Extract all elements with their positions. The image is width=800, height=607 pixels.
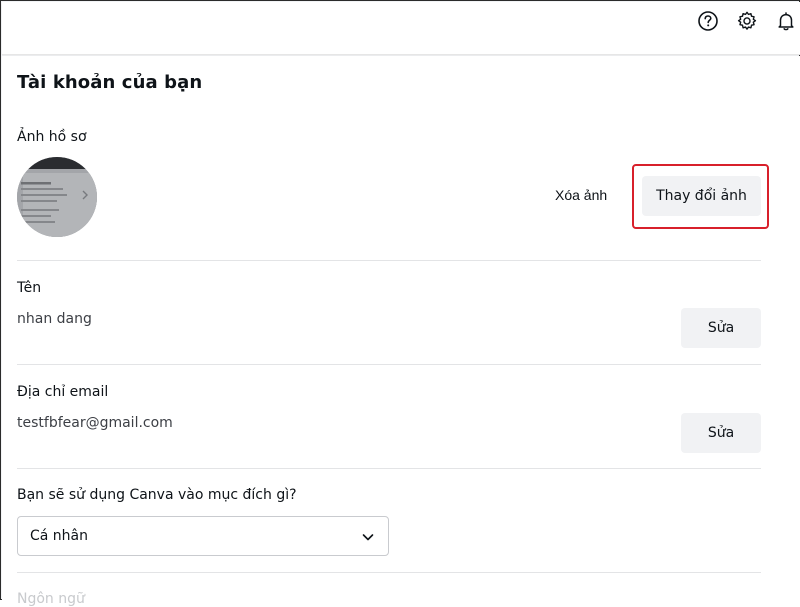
purpose-label: Bạn sẽ sử dụng Canva vào mục đích gì? <box>17 487 297 503</box>
purpose-select[interactable]: Cá nhân <box>17 516 389 556</box>
gear-icon[interactable] <box>734 8 760 34</box>
name-value: nhan dang <box>17 311 92 327</box>
edit-name-button[interactable]: Sửa <box>681 308 761 348</box>
divider <box>17 572 761 573</box>
bell-icon[interactable] <box>773 8 799 34</box>
app-frame: Tài khoản của bạn Ảnh hồ sơ Xóa ảnh Thay… <box>0 0 800 607</box>
help-icon[interactable] <box>695 8 721 34</box>
email-label: Địa chỉ email <box>17 384 109 400</box>
page-title: Tài khoản của bạn <box>17 72 203 93</box>
edit-email-button[interactable]: Sửa <box>681 413 761 453</box>
divider <box>17 260 761 261</box>
purpose-select-value: Cá nhân <box>30 528 89 544</box>
divider <box>17 468 761 469</box>
email-value: testfbfear@gmail.com <box>17 415 173 431</box>
remove-photo-button[interactable]: Xóa ảnh <box>555 187 607 203</box>
chevron-down-icon <box>360 529 376 545</box>
account-settings-panel: Tài khoản của bạn Ảnh hồ sơ Xóa ảnh Thay… <box>2 56 800 607</box>
language-label: Ngôn ngữ <box>17 591 85 607</box>
divider <box>17 364 761 365</box>
top-bar <box>2 2 800 55</box>
profile-photo-label: Ảnh hồ sơ <box>17 129 87 145</box>
name-label: Tên <box>17 280 42 296</box>
avatar[interactable] <box>17 157 97 237</box>
change-photo-button[interactable]: Thay đổi ảnh <box>642 176 761 216</box>
